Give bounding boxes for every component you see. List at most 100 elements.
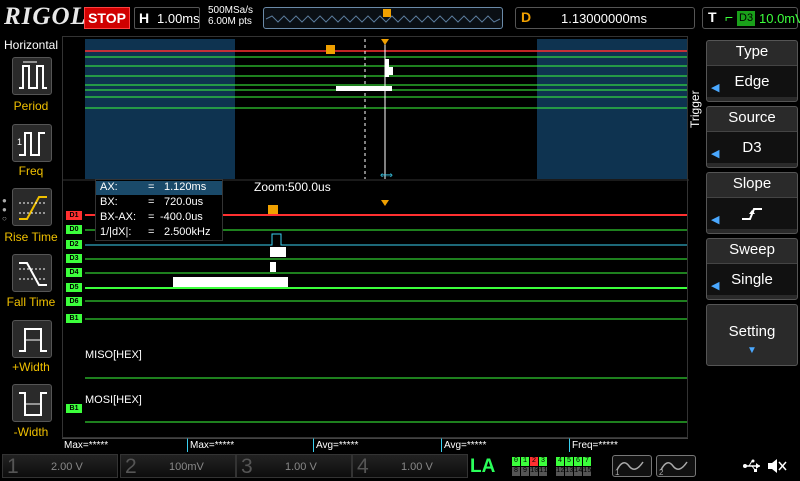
left-arrow-icon: ◀: [711, 280, 720, 292]
setting-label: Setting: [728, 323, 776, 340]
trigger-level: 10.0mV: [759, 11, 800, 26]
trigger-box[interactable]: T ⌐ D3 10.0mV: [702, 7, 800, 29]
overview-wave: [265, 9, 501, 23]
dx-label: BX-AX:: [100, 211, 137, 223]
source-menu[interactable]: Source ◀ D3: [706, 106, 798, 168]
tag-d4[interactable]: D4: [66, 268, 82, 277]
ch3-status[interactable]: 3 1.00 V: [236, 454, 352, 478]
delay-value: 1.13000000ms: [561, 11, 648, 26]
sample-rate: 500MSa/s: [208, 5, 254, 16]
sine-wave-icon: 2: [659, 461, 688, 477]
tag-b1[interactable]: B1: [66, 314, 82, 323]
fall-time-button[interactable]: [12, 254, 52, 292]
type-menu[interactable]: Type ◀ Edge: [706, 40, 798, 102]
pos-width-button[interactable]: [12, 320, 52, 358]
measure-slot-4[interactable]: Avg=*****: [442, 438, 570, 452]
acquisition-info: 500MSa/s 6.00M pts: [208, 5, 253, 27]
generator-2-button[interactable]: 2: [656, 455, 696, 477]
ch4-status[interactable]: 4 1.00 V: [352, 454, 468, 478]
la-cell-8: 8: [512, 467, 520, 476]
left-arrow-icon: ◀: [711, 82, 720, 94]
freq-button[interactable]: 1: [12, 124, 52, 162]
overview-left-shade: [85, 39, 235, 179]
la-cell-1: 1: [521, 457, 529, 466]
measure-slot-2[interactable]: Max=*****: [188, 438, 314, 452]
cursor-readout: AX: = 1.120ms BX: = 720.0us BX-AX: = -40…: [95, 179, 223, 241]
overview-pulse-b: [389, 67, 393, 75]
source-value-text: D3: [742, 139, 762, 156]
freq-label: Freq: [18, 164, 44, 178]
freq-icon: 1: [17, 132, 45, 156]
slope-title: Slope: [732, 175, 772, 192]
d-label: D: [521, 9, 532, 25]
la-cell-10: 10: [530, 467, 539, 476]
slope-menu[interactable]: Slope ◀: [706, 172, 798, 234]
dx-value: -400.0us: [160, 211, 203, 223]
neg-width-button[interactable]: [12, 384, 52, 422]
source-value[interactable]: ◀ D3: [707, 131, 797, 163]
rigol-logo: RIGOL: [4, 3, 87, 30]
ch1-scale: 2.00 V: [51, 461, 83, 473]
zoom-label: Zoom:500.0us: [254, 180, 331, 194]
horizontal-title: Horizontal: [4, 38, 59, 52]
measure-slot-5[interactable]: Freq=*****: [570, 438, 688, 452]
period-label: Period: [13, 99, 49, 113]
left-arrow-icon: ◀: [711, 148, 720, 160]
sweep-value[interactable]: ◀ Single: [707, 263, 797, 295]
sweep-menu[interactable]: Sweep ◀ Single: [706, 238, 798, 300]
speaker-mute-icon[interactable]: [766, 457, 788, 480]
la-cell-12: 12: [556, 467, 565, 476]
la-cell-7: 7: [583, 457, 591, 466]
slope-value[interactable]: ◀: [707, 197, 797, 229]
la-cell-0: 0: [512, 457, 520, 466]
sweep-value-text: Single: [731, 271, 773, 288]
la-cell-6: 6: [574, 457, 582, 466]
ch4-number: 4: [357, 455, 369, 478]
measure-slot-3[interactable]: Avg=*****: [314, 438, 442, 452]
usb-icon: [742, 458, 762, 479]
tag-d0[interactable]: D0: [66, 225, 82, 234]
rise-time-button[interactable]: [12, 188, 52, 226]
memory-depth: 6.00M pts: [208, 16, 252, 27]
setting-menu[interactable]: Setting ▼: [706, 304, 798, 366]
eq-freq: =: [148, 226, 155, 238]
eq-ax: =: [148, 181, 155, 193]
measure-slot-1[interactable]: Max=*****: [62, 438, 188, 452]
d3-burst: [270, 247, 286, 257]
la-cell-15: 15: [583, 467, 592, 476]
ax-label: AX:: [100, 181, 118, 193]
ch1-number: 1: [7, 455, 19, 478]
tag-d3[interactable]: D3: [66, 254, 82, 263]
ch2-status[interactable]: 2 100mV: [120, 454, 236, 478]
la-cell-9: 9: [521, 467, 529, 476]
ch3-scale: 1.00 V: [285, 461, 317, 473]
tag-d2[interactable]: D2: [66, 240, 82, 249]
neg-width-label: -Width: [13, 425, 49, 439]
ch2-number: 2: [125, 455, 137, 478]
type-value[interactable]: ◀ Edge: [707, 65, 797, 97]
la-cell-3: 3: [539, 457, 547, 466]
la-cell-14: 14: [574, 467, 583, 476]
tag-d1[interactable]: D1: [66, 211, 82, 220]
memory-overview[interactable]: [263, 7, 503, 29]
run-stop-button[interactable]: STOP: [84, 7, 130, 29]
t-label: T: [708, 9, 717, 25]
la-cell-5: 5: [565, 457, 573, 466]
tag-b1-lower[interactable]: B1: [66, 404, 82, 413]
generator-1-button[interactable]: 1: [612, 455, 652, 477]
tag-d5[interactable]: D5: [66, 283, 82, 292]
period-button[interactable]: [12, 57, 52, 95]
trigger-source-badge: D3: [737, 11, 756, 26]
fall-time-icon: [19, 262, 47, 286]
tag-d6[interactable]: D6: [66, 297, 82, 306]
bus-label-mosi: MOSI[HEX]: [85, 394, 142, 406]
rising-edge-icon: ⌐: [725, 9, 734, 25]
timebase-box[interactable]: H 1.00ms: [134, 7, 200, 29]
ch1-status[interactable]: 1 2.00 V: [2, 454, 118, 478]
la-button[interactable]: LA: [470, 456, 495, 478]
trigger-menu-label: Trigger: [688, 90, 702, 128]
delay-box[interactable]: D 1.13000000ms: [515, 7, 695, 29]
la-cell-13: 13: [565, 467, 574, 476]
la-cell-2: 2: [530, 457, 538, 466]
timebase-value: 1.00ms: [157, 11, 200, 26]
